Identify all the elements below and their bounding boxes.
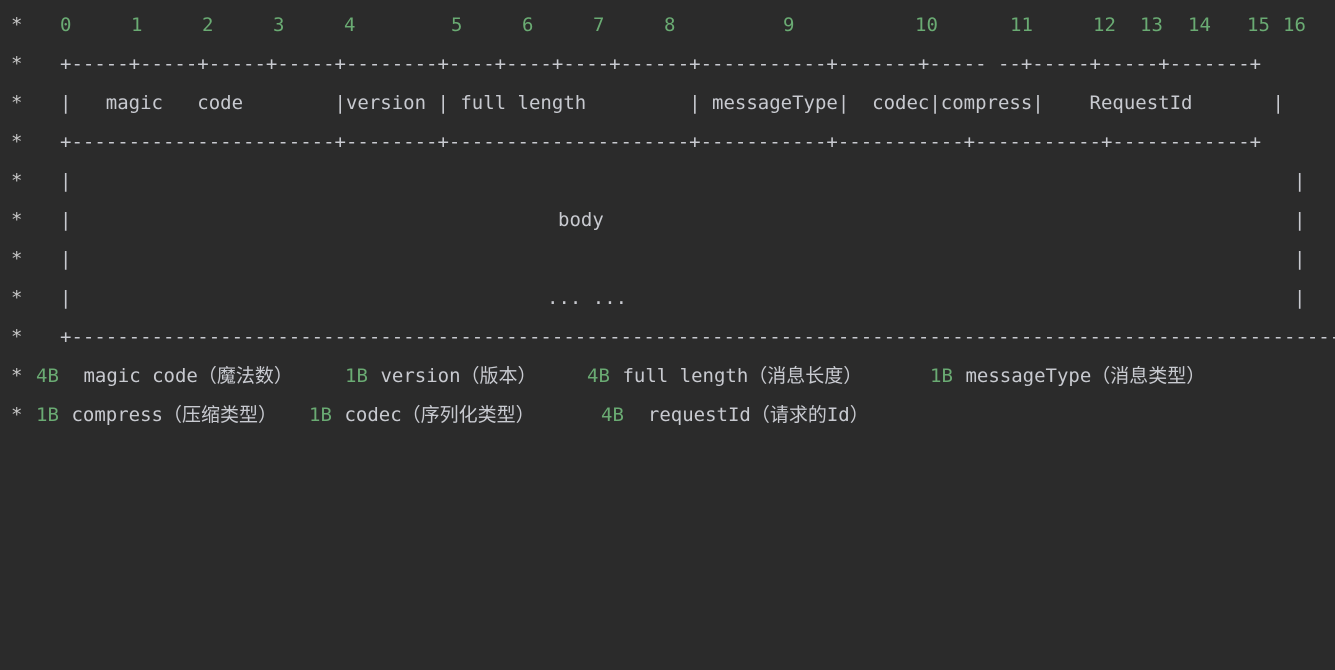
legend-text: requestId（请求的Id） — [625, 404, 869, 426]
header-fields: | magic code |version | full length | me… — [60, 92, 1284, 114]
byte-index: 8 — [664, 14, 676, 36]
header-top-border-row: * +-----+-----+-----+-----+--------+----… — [0, 50, 1335, 78]
byte-index: 3 — [273, 14, 285, 36]
comment-star: * — [11, 92, 23, 114]
byte-index: 14 — [1188, 14, 1211, 36]
comment-star: * — [11, 14, 23, 36]
comment-star: * — [11, 404, 23, 426]
legend-size: 4B — [36, 365, 59, 387]
legend-text: version（版本） — [369, 365, 537, 387]
body-left-edge: | — [60, 287, 72, 309]
byte-index: 12 — [1093, 14, 1116, 36]
legend-size: 4B — [601, 404, 624, 426]
byte-index: 15 — [1247, 14, 1270, 36]
legend-text: magic code（魔法数） — [72, 365, 293, 387]
body-right-edge: | — [1294, 248, 1306, 270]
byte-index: 16 — [1283, 14, 1306, 36]
body-bottom-border: +---------------------------------------… — [60, 326, 1335, 348]
legend-row: * 1B compress（压缩类型） 1B codec（序列化类型） 4B r… — [0, 401, 1335, 429]
body-row: * | body | — [0, 206, 1335, 234]
comment-star: * — [11, 365, 23, 387]
body-row: * | | — [0, 167, 1335, 195]
legend-size: 1B — [345, 365, 368, 387]
body-ellipsis: ... ... — [547, 287, 628, 309]
byte-index: 1 — [131, 14, 143, 36]
legend-size: 1B — [309, 404, 332, 426]
legend-text: compress（压缩类型） — [60, 404, 277, 426]
header-fields-row: * | magic code |version | full length | … — [0, 89, 1335, 117]
comment-star: * — [11, 287, 23, 309]
comment-star: * — [11, 326, 23, 348]
byte-index: 5 — [451, 14, 463, 36]
comment-star: * — [11, 131, 23, 153]
body-row: * | ... ... | — [0, 284, 1335, 312]
byte-ruler-row: * 0 1 2 3 4 5 6 7 8 9 10 11 12 13 14 15 … — [0, 11, 1335, 39]
byte-index: 2 — [202, 14, 214, 36]
body-right-edge: | — [1294, 287, 1306, 309]
legend-text: codec（序列化类型） — [333, 404, 535, 426]
header-bottom-border-row: * +-----------------------+--------+----… — [0, 128, 1335, 156]
legend-text: messageType（消息类型） — [954, 365, 1206, 387]
body-label: body — [558, 209, 604, 231]
body-left-edge: | — [60, 248, 72, 270]
comment-star: * — [11, 248, 23, 270]
body-right-edge: | — [1294, 209, 1306, 231]
byte-index: 7 — [593, 14, 605, 36]
byte-index: 9 — [783, 14, 795, 36]
byte-index: 13 — [1140, 14, 1163, 36]
byte-index: 6 — [522, 14, 534, 36]
comment-star: * — [11, 170, 23, 192]
body-bottom-border-row: * +-------------------------------------… — [0, 323, 1335, 351]
header-bottom-border: +-----------------------+--------+------… — [60, 131, 1262, 153]
byte-index: 11 — [1010, 14, 1033, 36]
body-row: * | | — [0, 245, 1335, 273]
comment-star: * — [11, 53, 23, 75]
legend-size: 4B — [587, 365, 610, 387]
byte-index: 4 — [344, 14, 356, 36]
byte-index: 10 — [915, 14, 938, 36]
header-top-border: +-----+-----+-----+-----+--------+----+-… — [60, 53, 1262, 75]
legend-size: 1B — [930, 365, 953, 387]
byte-index: 0 — [60, 14, 72, 36]
legend-row: * 4B magic code（魔法数） 1B version（版本） 4B f… — [0, 362, 1335, 390]
legend-text: full length（消息长度） — [611, 365, 863, 387]
body-right-edge: | — [1294, 170, 1306, 192]
comment-star: * — [11, 209, 23, 231]
protocol-diagram: * 0 1 2 3 4 5 6 7 8 9 10 11 12 13 14 15 … — [0, 0, 1335, 441]
legend-size: 1B — [36, 404, 59, 426]
body-left-edge: | — [60, 209, 72, 231]
body-left-edge: | — [60, 170, 72, 192]
